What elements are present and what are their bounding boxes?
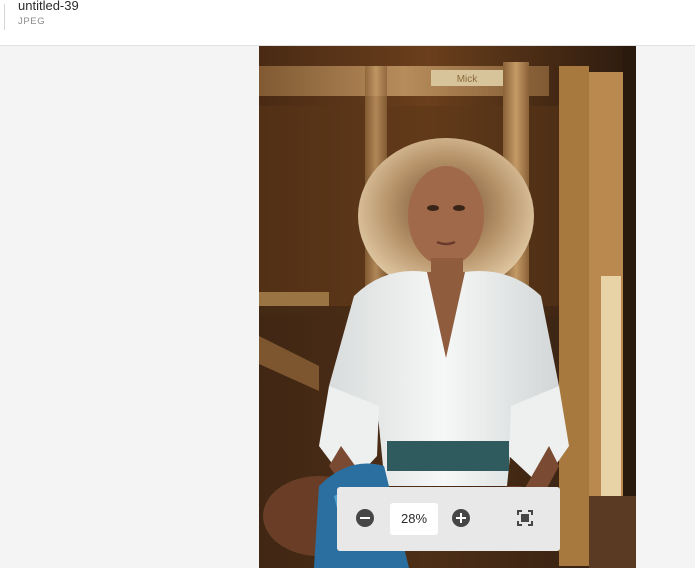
zoom-value[interactable]: 28%: [390, 503, 438, 535]
file-header: untitled-39 JPEG: [0, 0, 695, 46]
sign-text: Mick: [457, 74, 479, 85]
header-divider: [4, 4, 5, 30]
zoom-toolbar: 28%: [337, 487, 560, 551]
zoom-in-icon[interactable]: [452, 509, 470, 527]
preview-stage: Mick 28%: [0, 46, 695, 568]
file-type: JPEG: [18, 16, 46, 27]
zoom-out-icon[interactable]: [356, 509, 374, 527]
file-name: untitled-39: [18, 0, 79, 13]
fit-to-screen-icon[interactable]: [517, 510, 533, 526]
